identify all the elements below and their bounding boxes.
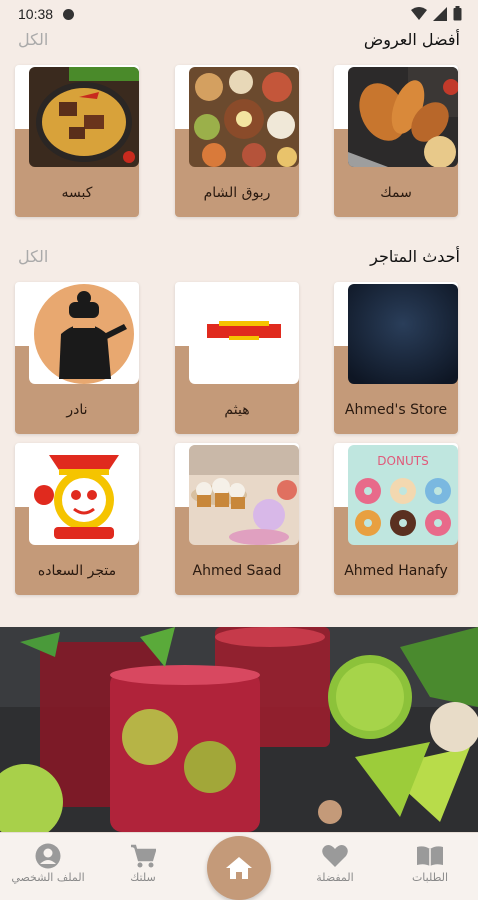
drinks-banner-image: [0, 627, 478, 832]
cupcakes-image: [189, 445, 299, 545]
saada-logo-image: [29, 445, 139, 545]
nav-profile-label: الملف الشخصي: [11, 871, 85, 884]
book-icon: [390, 843, 470, 869]
nav-orders[interactable]: الطلبات: [390, 843, 470, 884]
profile-icon: [8, 843, 88, 869]
offer-label: ربوق الشام: [203, 185, 271, 201]
store-card-ahmeds-store[interactable]: Ahmed's Store: [334, 282, 458, 434]
dark-blue-store-image: [348, 284, 458, 384]
nav-profile[interactable]: الملف الشخصي: [8, 843, 88, 884]
nav-orders-label: الطلبات: [411, 871, 449, 884]
status-bar: 10:38: [0, 0, 478, 28]
store-card-nader[interactable]: نادر: [15, 282, 139, 434]
store-card-ahmed-hanafy[interactable]: DONUTS Ahmed Hanafy: [334, 443, 458, 595]
home-button[interactable]: [207, 836, 271, 900]
status-icons: [411, 6, 462, 21]
stores-title: أحدث المتاجر: [370, 246, 460, 266]
store-label: هيثم: [224, 402, 250, 418]
fried-fish-image: [348, 67, 458, 167]
offer-card-kabsa[interactable]: كبسه: [15, 65, 139, 217]
nav-favorites-label: المفضلة: [316, 871, 354, 884]
store-card-ahmed-saad[interactable]: Ahmed Saad: [175, 443, 299, 595]
offers-see-all-link[interactable]: الكل: [18, 30, 48, 49]
donuts-image: DONUTS: [348, 445, 458, 545]
offer-label: سمك: [380, 185, 412, 201]
offer-card-breakfast[interactable]: ربوق الشام: [175, 65, 299, 217]
stores-see-all-link[interactable]: الكل: [18, 247, 48, 266]
heart-icon: [295, 843, 375, 869]
donut-sign-text: DONUTS: [377, 454, 428, 468]
breakfast-spread-image: [189, 67, 299, 167]
nav-cart[interactable]: سلتك: [103, 843, 183, 884]
store-label: Ahmed Hanafy: [344, 563, 448, 579]
battery-icon: [453, 6, 462, 21]
wifi-icon: [411, 6, 427, 20]
haitham-logo-image: [189, 284, 299, 384]
chef-logo-image: [29, 284, 139, 384]
cart-icon: [103, 843, 183, 869]
kabsa-dish-image: [29, 67, 139, 167]
offer-label: كبسه: [61, 185, 93, 201]
promo-banner[interactable]: [0, 627, 478, 832]
store-label: Ahmed's Store: [344, 402, 448, 418]
signal-icon: [433, 6, 447, 21]
store-card-haitham[interactable]: هيثم: [175, 282, 299, 434]
offers-title: أفضل العروض: [363, 29, 460, 49]
offers-header: الكل أفضل العروض: [18, 26, 460, 52]
nav-cart-label: سلتك: [130, 871, 156, 884]
status-time: 10:38: [18, 6, 54, 22]
stores-header: الكل أحدث المتاجر: [18, 243, 460, 269]
store-label: نادر: [66, 402, 88, 418]
store-label: متجر السعاده: [37, 563, 117, 579]
offer-card-fish[interactable]: سمك: [334, 65, 458, 217]
store-card-al-saada[interactable]: متجر السعاده: [15, 443, 139, 595]
notification-dot-icon: [63, 8, 75, 20]
home-icon: [226, 857, 252, 879]
nav-favorites[interactable]: المفضلة: [295, 843, 375, 884]
store-label: Ahmed Saad: [192, 563, 282, 579]
